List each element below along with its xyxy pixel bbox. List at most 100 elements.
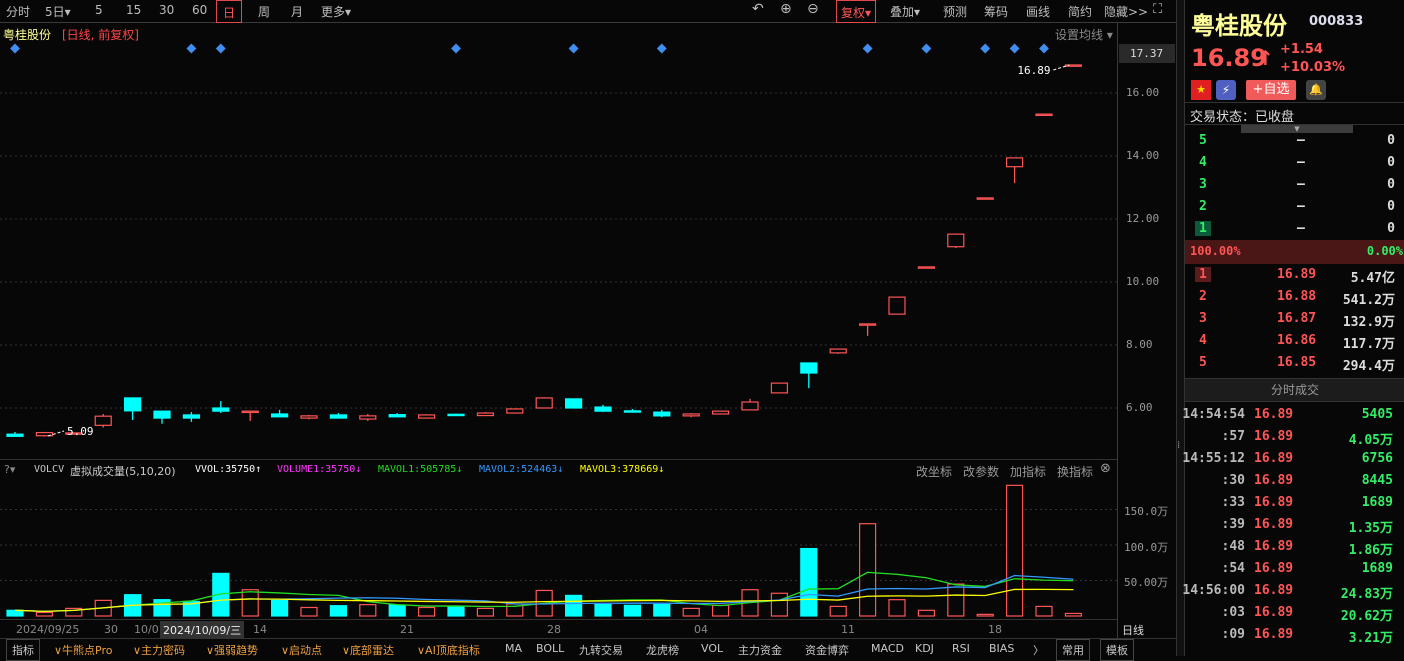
ask-price: — <box>1297 199 1305 214</box>
ask-price: — <box>1297 133 1305 148</box>
trade-time: :33 <box>1221 495 1245 510</box>
collapse-handle-icon[interactable]: ⁞ <box>1177 440 1180 451</box>
alert-bell-icon[interactable]: 🔔 <box>1306 80 1326 100</box>
trade-row[interactable]: :30 16.89 8445 <box>1185 470 1404 492</box>
trade-row[interactable]: 14:54:54 16.89 5405 <box>1182 404 1404 426</box>
bid-level: 3 <box>1199 311 1207 326</box>
signal-marker <box>656 43 667 54</box>
add-watchlist-button[interactable]: +自选 <box>1246 80 1296 100</box>
candle-body <box>770 382 789 394</box>
current-price-tag: 17.37 <box>1119 44 1175 63</box>
trade-time: :39 <box>1221 517 1245 532</box>
volume-bar <box>329 605 347 617</box>
candle-body <box>388 414 406 418</box>
china-flag-icon[interactable]: ★ <box>1191 80 1211 100</box>
candle-body <box>947 233 965 248</box>
trade-volume: 24.83万 <box>1340 587 1393 602</box>
volume-bar <box>888 599 906 617</box>
tab-kdj[interactable]: KDJ <box>915 642 934 655</box>
quote-stock-code: 000833 <box>1309 14 1364 29</box>
lightning-icon[interactable]: ⚡ <box>1216 80 1236 100</box>
trade-row[interactable]: :09 16.89 3.21万 <box>1185 624 1404 646</box>
bid-volume: 5.47亿 <box>1350 271 1395 286</box>
trade-row[interactable]: :57 16.89 4.05万 <box>1185 426 1404 448</box>
bid-row[interactable]: 5 16.85 294.4万 <box>1185 352 1404 374</box>
indicator-tabs: 指标 ∨牛熊点Pro ∨主力密码 ∨强弱趋势 ∨启动点 ∨底部雷达 ∨AI顶底指… <box>0 638 1176 661</box>
tab-vol[interactable]: VOL <box>701 642 723 655</box>
mavol3-value: MAVOL3:378669↓ <box>580 464 665 475</box>
volume-bar <box>564 594 583 617</box>
trade-row[interactable]: :48 16.89 1.86万 <box>1185 536 1404 558</box>
tab-indicator[interactable]: 指标 <box>6 639 40 661</box>
tab-macd[interactable]: MACD <box>871 642 904 655</box>
bid-row[interactable]: 2 16.88 541.2万 <box>1185 286 1404 308</box>
signal-marker <box>1039 43 1049 54</box>
change-params-button[interactable]: 改参数 <box>963 463 999 480</box>
tab-common[interactable]: 常用 <box>1056 639 1090 661</box>
add-indicator-button[interactable]: 加指标 <box>1010 463 1046 480</box>
trade-row[interactable]: :33 16.89 1689 <box>1185 492 1404 514</box>
change-axis-button[interactable]: 改坐标 <box>916 463 952 480</box>
ask-volume: 0 <box>1387 177 1395 192</box>
volume-bar <box>682 607 700 617</box>
trade-time: 14:56:00 <box>1182 583 1245 598</box>
ask-price: — <box>1297 155 1305 170</box>
volume-tick: 100.0万 <box>1124 541 1169 554</box>
fullscreen-icon[interactable]: ⛶ <box>1153 2 1162 17</box>
high-annotation-label: 16.89 <box>1017 64 1050 77</box>
bid-level: 2 <box>1199 289 1207 304</box>
volume-bar <box>947 583 965 617</box>
candle-body <box>741 401 759 411</box>
volume-bar <box>653 603 671 617</box>
panel-splitter[interactable]: ⁞ <box>1176 0 1184 656</box>
tab-template[interactable]: 模板 <box>1100 639 1134 661</box>
ask-row[interactable]: 5 — 0 <box>1185 130 1404 152</box>
volume-bar <box>447 606 465 617</box>
candle-body <box>623 410 642 413</box>
price-tick: 6.00 <box>1126 401 1153 414</box>
candle-body <box>212 407 230 412</box>
trade-volume: 6756 <box>1361 451 1393 466</box>
switch-indicator-button[interactable]: 换指标 <box>1057 463 1093 480</box>
volume1-value: VOLUME1:35750↓ <box>277 464 362 475</box>
volume-bar <box>800 547 818 617</box>
date-tick: 18 <box>988 623 1002 636</box>
ask-row[interactable]: 3 — 0 <box>1185 174 1404 196</box>
candle-body <box>888 296 906 315</box>
bid-price: 16.89 <box>1277 267 1317 282</box>
date-axis: 2024/09/25 30 10/0 2024/10/09/三 14 21 28… <box>0 619 1117 639</box>
ask-row[interactable]: 2 — 0 <box>1185 196 1404 218</box>
kline-chart[interactable]: 16.89 5.09 <box>0 0 1117 638</box>
ask-row[interactable]: 1 — 0 <box>1185 218 1404 240</box>
price-tick: 8.00 <box>1126 338 1153 351</box>
bid-row[interactable]: 4 16.86 117.7万 <box>1185 330 1404 352</box>
trade-volume: 20.62万 <box>1340 609 1393 624</box>
tab-ma[interactable]: MA <box>505 642 522 655</box>
trade-row[interactable]: :03 16.89 20.62万 <box>1185 602 1404 624</box>
tab-bias[interactable]: BIAS <box>989 642 1014 655</box>
candle-body <box>682 413 700 417</box>
bid-price: 16.87 <box>1277 311 1317 326</box>
tab-boll[interactable]: BOLL <box>536 642 564 655</box>
trade-row[interactable]: :54 16.89 1689 <box>1185 558 1404 580</box>
tab-rsi[interactable]: RSI <box>952 642 970 655</box>
signal-marker <box>568 43 579 54</box>
price-tick: 10.00 <box>1126 275 1160 288</box>
trade-price: 16.89 <box>1254 495 1294 510</box>
candle-body <box>564 398 583 409</box>
close-icon[interactable]: ⊗ <box>1100 461 1111 476</box>
help-icon[interactable]: ?▾ <box>4 463 15 476</box>
candle-body <box>858 323 877 326</box>
mavol1-value: MAVOL1:505785↓ <box>378 464 463 475</box>
trade-row[interactable]: :39 16.89 1.35万 <box>1185 514 1404 536</box>
trade-row[interactable]: 14:56:00 16.89 24.83万 <box>1182 580 1404 602</box>
trade-row[interactable]: 14:55:12 16.89 6756 <box>1182 448 1404 470</box>
bid-volume: 132.9万 <box>1342 315 1395 330</box>
bid-row[interactable]: 3 16.87 132.9万 <box>1185 308 1404 330</box>
ask-row[interactable]: 4 — 0 <box>1185 152 1404 174</box>
candle-body <box>6 433 24 437</box>
volume-bar <box>829 605 847 617</box>
bid-row[interactable]: 1 16.89 5.47亿 <box>1185 264 1404 286</box>
bid-volume: 541.2万 <box>1342 293 1395 308</box>
trade-volume: 4.05万 <box>1348 433 1393 448</box>
